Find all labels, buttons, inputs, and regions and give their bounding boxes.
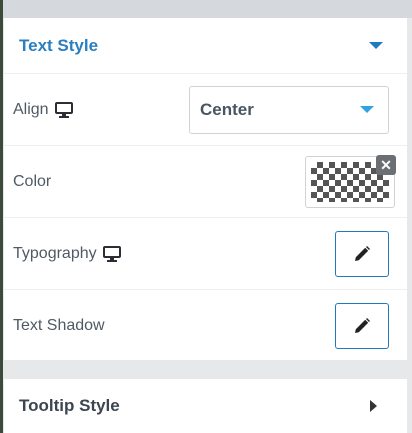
align-row: Align Center <box>4 74 407 146</box>
tooltip-style-header[interactable]: Tooltip Style <box>4 379 407 433</box>
tooltip-style-title: Tooltip Style <box>19 396 120 415</box>
typography-label: Typography <box>13 244 97 262</box>
top-strip <box>0 0 412 18</box>
align-select[interactable]: Center <box>189 85 389 134</box>
color-swatch[interactable]: ✕ <box>305 154 396 208</box>
typography-edit-button[interactable] <box>335 230 389 277</box>
align-label: Align <box>13 100 49 118</box>
text-style-panel: Text Style Align Center Color ✕ Typograp… <box>4 18 407 360</box>
desktop-icon[interactable] <box>54 101 73 118</box>
align-select-value: Center <box>200 99 254 119</box>
pencil-icon <box>355 245 370 261</box>
text-shadow-edit-button[interactable] <box>335 303 389 349</box>
left-edge <box>0 0 3 433</box>
collapse-caret-icon[interactable] <box>369 42 383 49</box>
color-row: Color ✕ <box>4 146 407 218</box>
text-shadow-row: Text Shadow <box>4 290 407 362</box>
pencil-icon <box>355 318 370 333</box>
text-shadow-label: Text Shadow <box>13 317 105 334</box>
typography-row: Typography <box>4 218 407 290</box>
expand-caret-icon[interactable] <box>370 400 377 412</box>
text-style-header[interactable]: Text Style <box>4 18 407 74</box>
desktop-icon[interactable] <box>102 245 121 262</box>
text-style-title: Text Style <box>19 35 99 55</box>
clear-color-icon[interactable]: ✕ <box>376 154 396 175</box>
chevron-down-icon <box>360 106 374 113</box>
color-label: Color <box>13 172 52 190</box>
